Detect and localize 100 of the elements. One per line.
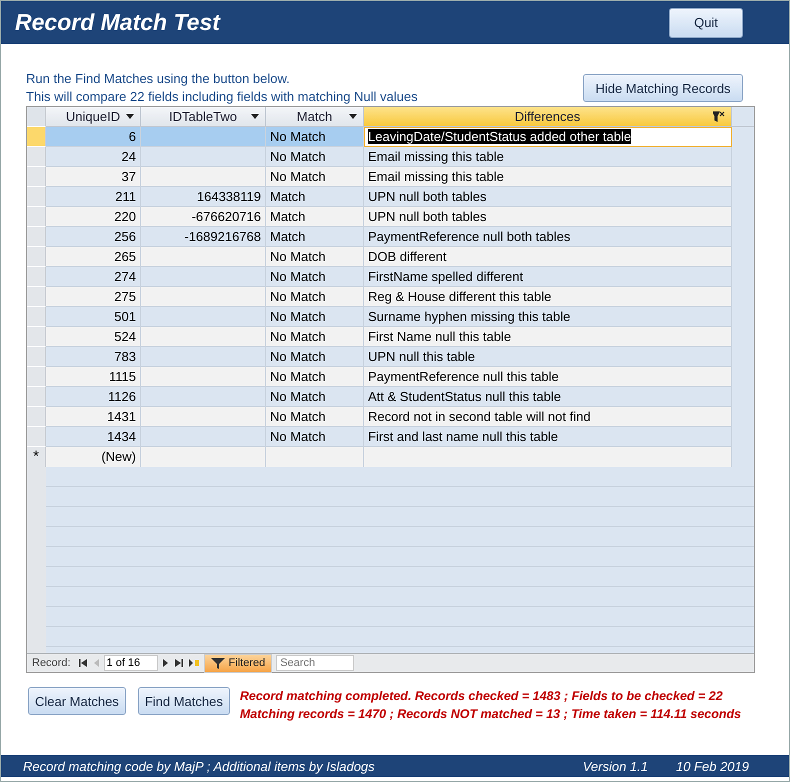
- filter-toggle[interactable]: Filtered: [204, 654, 272, 673]
- record-selector[interactable]: [27, 127, 46, 148]
- record-selector[interactable]: [27, 287, 46, 308]
- column-label: IDTableTwo: [169, 109, 237, 124]
- cell-text: Record not in second table will not find: [368, 409, 591, 424]
- date-text: 10 Feb 2019: [676, 758, 749, 774]
- cell-text: No Match: [270, 389, 326, 404]
- previous-record-icon[interactable]: [92, 658, 100, 668]
- cell-text: No Match: [270, 409, 326, 424]
- cell-text: First Name null this table: [368, 329, 512, 344]
- cell-text: DOB different: [368, 249, 447, 264]
- cell-text: No Match: [270, 169, 326, 184]
- record-selector[interactable]: [27, 327, 46, 348]
- action-button[interactable]: Clear Matches: [28, 687, 126, 716]
- search-field[interactable]: Search: [276, 655, 354, 672]
- cell-text: 1434: [107, 429, 136, 444]
- record-position-field[interactable]: 1 of 16: [104, 655, 158, 672]
- column-label: Match: [296, 109, 332, 124]
- record-selector[interactable]: [27, 407, 46, 428]
- new-record-icon[interactable]: [188, 658, 200, 668]
- cell-text: Match: [270, 209, 306, 224]
- record-selector[interactable]: [27, 187, 46, 208]
- cell-text: Att & StudentStatus null this table: [368, 389, 561, 404]
- cell-text: 783: [114, 349, 136, 364]
- record-selector[interactable]: [27, 267, 46, 288]
- status-message: Record matching completed. Records checked = 1483 ; Fields to be checked = 22: [240, 688, 724, 706]
- cell-text: 1431: [107, 409, 136, 424]
- window-title: Record Match Test: [15, 9, 222, 36]
- funnel-icon: [210, 658, 225, 669]
- dropdown-arrow-icon[interactable]: [349, 114, 357, 120]
- dropdown-arrow-icon[interactable]: [126, 114, 134, 120]
- cell-text: 1126: [108, 389, 136, 404]
- cell-text: No Match: [270, 309, 326, 324]
- record-selector[interactable]: [27, 387, 46, 408]
- cell-text: 265: [114, 249, 136, 264]
- credits-text: Record matching code by MajP ; Additional items by Isladogs: [23, 758, 375, 774]
- cell-text: Match: [270, 189, 306, 204]
- record-selector[interactable]: [27, 167, 46, 188]
- dropdown-arrow-icon[interactable]: [251, 114, 259, 120]
- cell-text: UPN null this table: [368, 349, 475, 364]
- new-record-marker[interactable]: *: [27, 447, 46, 468]
- cell-text: UPN null both tables: [368, 209, 487, 224]
- instruction-text: Run the Find Matches using the button below.: [26, 70, 291, 88]
- cell-text: 274: [114, 269, 136, 284]
- cell-text: 524: [114, 329, 136, 344]
- cell-text: -676620716: [192, 209, 261, 224]
- cell-text: No Match: [270, 269, 326, 284]
- action-button[interactable]: Find Matches: [138, 687, 230, 716]
- record-selector[interactable]: [27, 427, 46, 448]
- cell-text: 1115: [109, 369, 136, 384]
- cell-text: First and last name null this table: [368, 429, 558, 444]
- last-record-icon[interactable]: [174, 658, 184, 668]
- table-cell: (New): [46, 447, 141, 468]
- quit-button[interactable]: Quit: [669, 8, 743, 38]
- cell-text: 37: [122, 169, 136, 184]
- version-text: Version 1.1: [582, 758, 648, 774]
- column-label: UniqueID: [66, 109, 120, 124]
- column-label: Differences: [514, 109, 580, 124]
- cell-text: PaymentReference null this table: [368, 369, 559, 384]
- cell-text: UPN null both tables: [368, 189, 487, 204]
- cell-text: No Match: [270, 329, 326, 344]
- record-selector[interactable]: [27, 367, 46, 388]
- cell-text: No Match: [270, 369, 326, 384]
- cell-text: Email missing this table: [368, 169, 504, 184]
- cell-text: -1689216768: [184, 229, 261, 244]
- hide-matching-button[interactable]: Hide Matching Records: [583, 74, 743, 102]
- status-message: Matching records = 1470 ; Records NOT matched = 13 ; Time taken = 114.11 seconds: [240, 706, 742, 724]
- record-selector[interactable]: [27, 347, 46, 368]
- selected-text: LeavingDate/StudentStatus added other table: [368, 129, 632, 144]
- record-selector[interactable]: [27, 207, 46, 228]
- cell-text: Reg & House different this table: [368, 289, 552, 304]
- cell-text: No Match: [270, 249, 326, 264]
- record-selector[interactable]: [27, 247, 46, 268]
- cell-text: 6: [128, 129, 136, 144]
- first-record-icon[interactable]: [78, 658, 88, 668]
- record-selector[interactable]: [27, 227, 46, 248]
- cell-text: PaymentReference null both tables: [368, 229, 570, 244]
- cell-text: Surname hyphen missing this table: [368, 309, 570, 324]
- next-record-icon[interactable]: [162, 658, 170, 668]
- select-all-corner[interactable]: [27, 107, 46, 128]
- cell-text: No Match: [270, 129, 326, 144]
- cell-text: No Match: [270, 429, 326, 444]
- column-header[interactable]: Differences: [364, 107, 732, 128]
- cell-text: No Match: [270, 149, 326, 164]
- cell-text: 501: [114, 309, 136, 324]
- cell-text: Match: [270, 229, 306, 244]
- cell-text: FirstName spelled different: [368, 269, 524, 284]
- cell-text: 211: [115, 189, 136, 204]
- cell-text: 164338119: [196, 189, 261, 204]
- cell-text: No Match: [270, 349, 326, 364]
- record-selector[interactable]: [27, 147, 46, 168]
- cell-text: 24: [122, 149, 136, 164]
- cell-text: 256: [114, 229, 136, 244]
- cell-text: No Match: [270, 289, 326, 304]
- record-selector[interactable]: [27, 307, 46, 328]
- cell-text: 220: [114, 209, 136, 224]
- instruction-text: This will compare 22 fields including fields with matching Null values: [26, 88, 419, 106]
- filter-icon[interactable]: [713, 111, 725, 122]
- filter-label: Filtered: [228, 657, 266, 670]
- cell-text: 275: [114, 289, 136, 304]
